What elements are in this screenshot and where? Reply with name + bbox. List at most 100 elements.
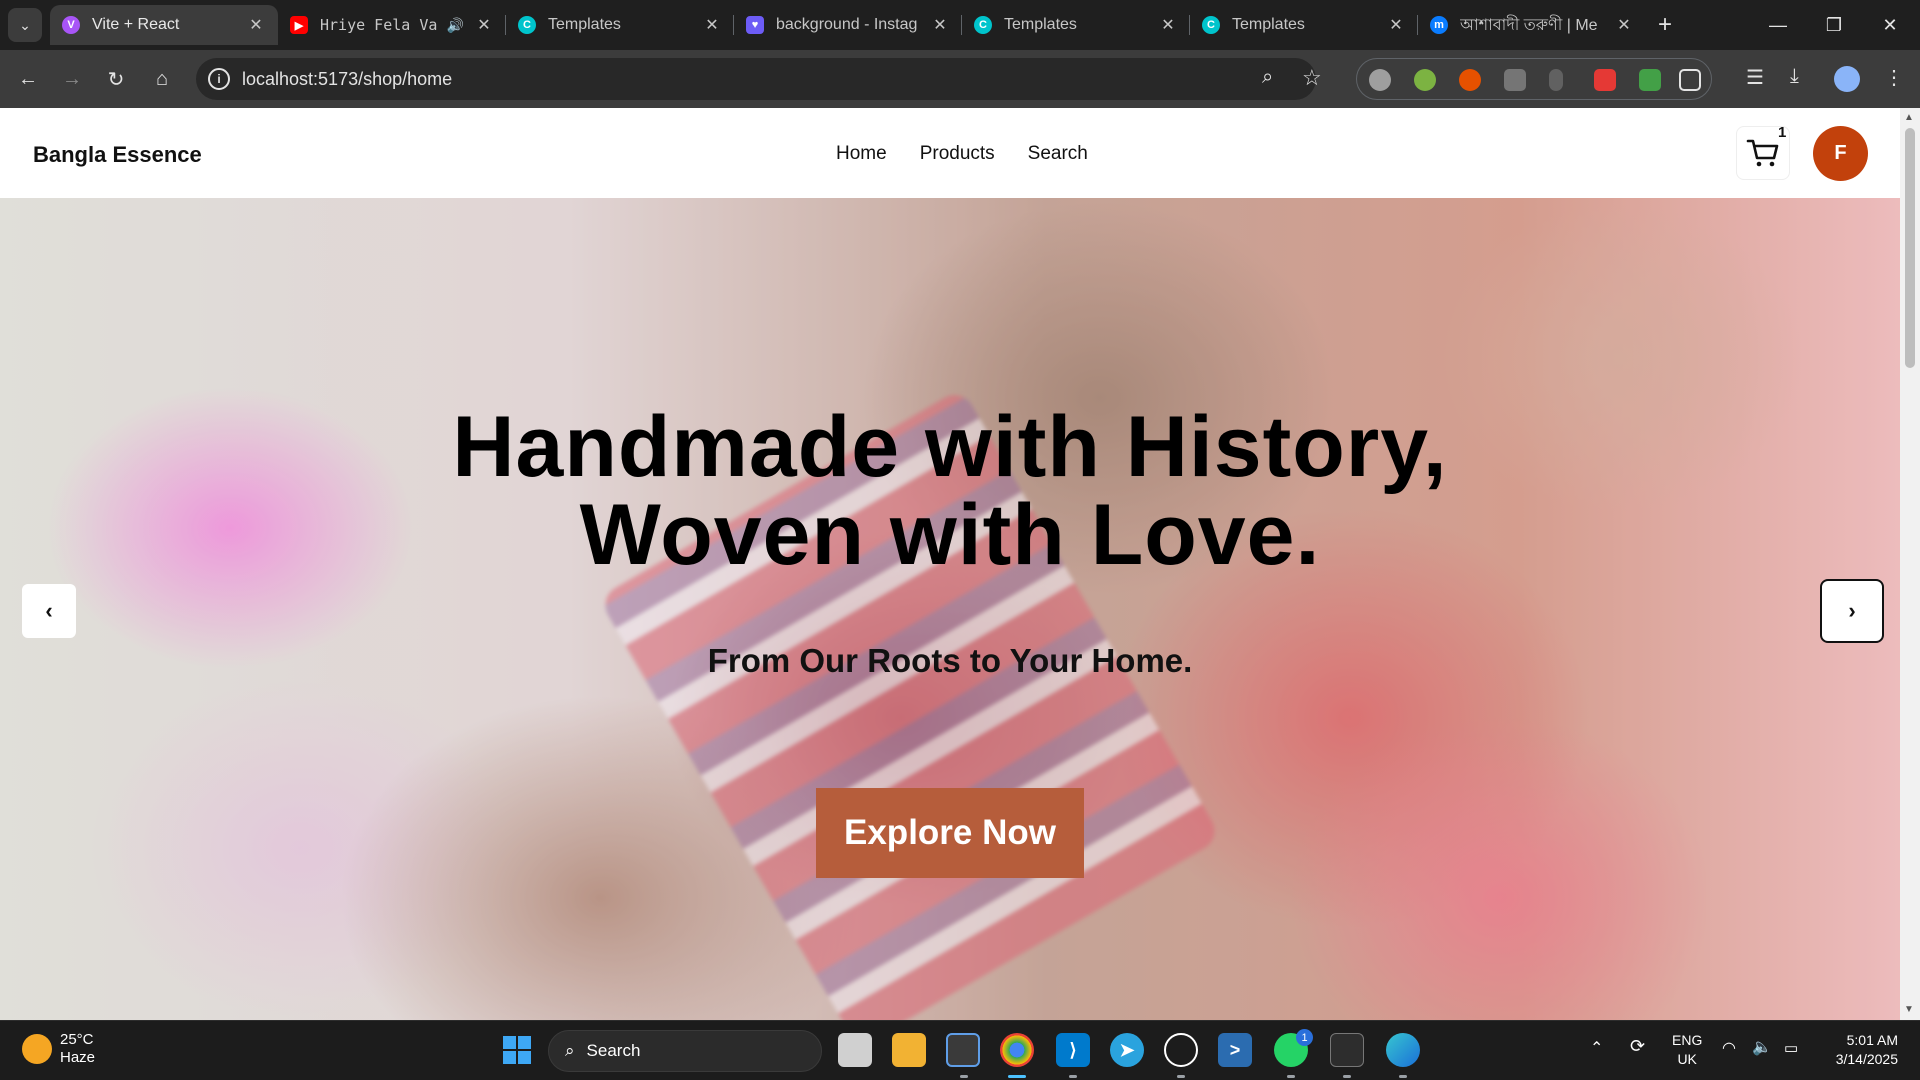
weather-desc: Haze: [60, 1049, 96, 1066]
chatgpt-icon[interactable]: [1164, 1033, 1198, 1067]
back-button[interactable]: ←: [12, 63, 44, 95]
carousel-next-button[interactable]: ›: [1820, 579, 1884, 643]
cart-icon: [1746, 139, 1779, 167]
extension-icon[interactable]: [1459, 69, 1481, 91]
tab-title: background - Instag: [776, 16, 918, 33]
canva-icon: C: [1202, 16, 1220, 34]
extension-icon[interactable]: [1639, 69, 1661, 91]
chevron-up-icon[interactable]: ⌃: [1590, 1039, 1603, 1058]
explore-now-button[interactable]: Explore Now: [816, 788, 1084, 878]
browser-toolbar: ← → ↻ ⌂ i localhost:5173/shop/home ⌕ ☆ ☰…: [0, 50, 1920, 108]
site-info-icon[interactable]: i: [208, 68, 230, 90]
web-page: Bangla Essence Home Products Search 1 F …: [0, 108, 1900, 1020]
download-icon[interactable]: ⤓: [1790, 65, 1799, 88]
reading-list-icon[interactable]: ☰: [1746, 65, 1764, 90]
minimize-button[interactable]: —: [1750, 0, 1806, 50]
lang-code: ENG: [1672, 1032, 1703, 1048]
tab-templates[interactable]: C Templates ✕: [1190, 5, 1418, 45]
cart-count-badge: 1: [1778, 124, 1787, 141]
volume-icon[interactable]: 🔈: [1752, 1038, 1772, 1057]
forward-button[interactable]: →: [56, 63, 88, 95]
extension-icon[interactable]: [1369, 69, 1391, 91]
restore-button[interactable]: ❐: [1806, 0, 1862, 50]
tab-search-button[interactable]: ⌄: [8, 8, 42, 42]
tab-instagram[interactable]: ♥ background - Instag ✕: [734, 5, 962, 45]
clock-date: 3/14/2025: [1835, 1051, 1898, 1067]
plus-icon: +: [1657, 11, 1672, 38]
tab-title: Templates: [1004, 16, 1077, 33]
carousel-prev-button[interactable]: ‹: [22, 584, 76, 638]
tab-title: Vite + React: [92, 16, 180, 33]
start-button[interactable]: [500, 1033, 534, 1067]
clock[interactable]: 5:01 AM 3/14/2025: [1820, 1031, 1898, 1069]
nav-home[interactable]: Home: [836, 143, 887, 165]
nav-search[interactable]: Search: [1028, 143, 1088, 165]
arrow-left-icon: ←: [18, 67, 38, 90]
file-explorer-icon[interactable]: [892, 1033, 926, 1067]
tab-templates[interactable]: C Templates ✕: [962, 5, 1190, 45]
user-avatar[interactable]: F: [1813, 126, 1868, 181]
tab-youtube[interactable]: ▶ Hriye Fela Va 🔊 ✕: [278, 5, 506, 45]
instagram-icon: ♥: [746, 16, 764, 34]
vite-icon: V: [62, 16, 80, 34]
scrollbar-thumb[interactable]: [1905, 128, 1915, 368]
home-button[interactable]: ⌂: [146, 63, 178, 95]
kebab-menu-icon[interactable]: ⋮: [1884, 65, 1904, 90]
extension-icon[interactable]: [1594, 69, 1616, 91]
arrow-right-icon: →: [62, 67, 82, 90]
tab-title: Templates: [1232, 16, 1305, 33]
restore-icon: ❐: [1825, 14, 1843, 35]
new-tab-button[interactable]: +: [1650, 10, 1680, 40]
task-view-icon[interactable]: [838, 1033, 872, 1067]
reload-icon: ↻: [107, 68, 125, 91]
close-icon: ✕: [1882, 14, 1898, 35]
address-bar[interactable]: i localhost:5173/shop/home ⌕ ☆: [196, 58, 1322, 100]
scroll-down-icon[interactable]: ▼: [1904, 1004, 1914, 1015]
powershell-icon[interactable]: >: [1218, 1033, 1252, 1067]
terminal-icon[interactable]: [1330, 1033, 1364, 1067]
weather-widget[interactable]: 25°C Haze: [22, 1031, 95, 1067]
extension-icon[interactable]: [1414, 69, 1436, 91]
reload-button[interactable]: ↻: [100, 63, 132, 95]
browser-tab-strip: ⌄ V Vite + React ✕ ▶ Hriye Fela Va 🔊 ✕ C…: [0, 0, 1920, 50]
language-indicator[interactable]: ENG UK: [1672, 1031, 1702, 1069]
close-icon[interactable]: ✕: [474, 15, 494, 35]
microsoft-store-icon[interactable]: [946, 1033, 980, 1067]
extension-icon[interactable]: [1549, 69, 1563, 91]
brand-logo[interactable]: Bangla Essence: [33, 142, 202, 168]
puzzle-icon[interactable]: [1679, 69, 1701, 91]
running-indicator: [1008, 1075, 1026, 1078]
nav-products[interactable]: Products: [920, 143, 995, 165]
bookmark-star-icon[interactable]: ☆: [1302, 65, 1322, 91]
close-icon[interactable]: ✕: [1614, 15, 1634, 35]
wifi-icon[interactable]: ◠: [1722, 1039, 1736, 1058]
speaker-icon[interactable]: 🔊: [447, 17, 464, 34]
zoom-icon[interactable]: ⌕: [1262, 66, 1273, 89]
battery-icon[interactable]: ▭: [1784, 1039, 1798, 1058]
vscode-icon[interactable]: ⟩: [1056, 1033, 1090, 1067]
edge-icon[interactable]: [1386, 1033, 1420, 1067]
chrome-icon[interactable]: [1000, 1033, 1034, 1067]
close-icon[interactable]: ✕: [1158, 15, 1178, 35]
taskbar-search[interactable]: ⌕ Search: [548, 1030, 822, 1072]
chevron-left-icon: ‹: [45, 598, 53, 623]
close-icon[interactable]: ✕: [246, 15, 266, 35]
tab-vite-react[interactable]: V Vite + React ✕: [50, 5, 278, 45]
hero-carousel: Handmade with History, Woven with Love. …: [0, 198, 1900, 1020]
tab-templates[interactable]: C Templates ✕: [506, 5, 734, 45]
profile-avatar[interactable]: [1834, 66, 1860, 92]
close-window-button[interactable]: ✕: [1862, 0, 1918, 50]
messenger-icon: m: [1430, 16, 1448, 34]
close-icon[interactable]: ✕: [1386, 15, 1406, 35]
telegram-icon[interactable]: ➤: [1110, 1033, 1144, 1067]
minimize-icon: —: [1769, 14, 1787, 35]
scroll-up-icon[interactable]: ▲: [1904, 112, 1914, 123]
sync-icon[interactable]: ⟳: [1630, 1037, 1645, 1056]
close-icon[interactable]: ✕: [702, 15, 722, 35]
canva-icon: C: [518, 16, 536, 34]
url-text[interactable]: localhost:5173/shop/home: [242, 69, 452, 90]
page-scrollbar[interactable]: ▲ ▼: [1900, 108, 1920, 1020]
ublock-icon[interactable]: [1504, 69, 1526, 91]
close-icon[interactable]: ✕: [930, 15, 950, 35]
tab-messenger[interactable]: m আশাবাদী তরুণী | Me ✕: [1418, 5, 1646, 45]
